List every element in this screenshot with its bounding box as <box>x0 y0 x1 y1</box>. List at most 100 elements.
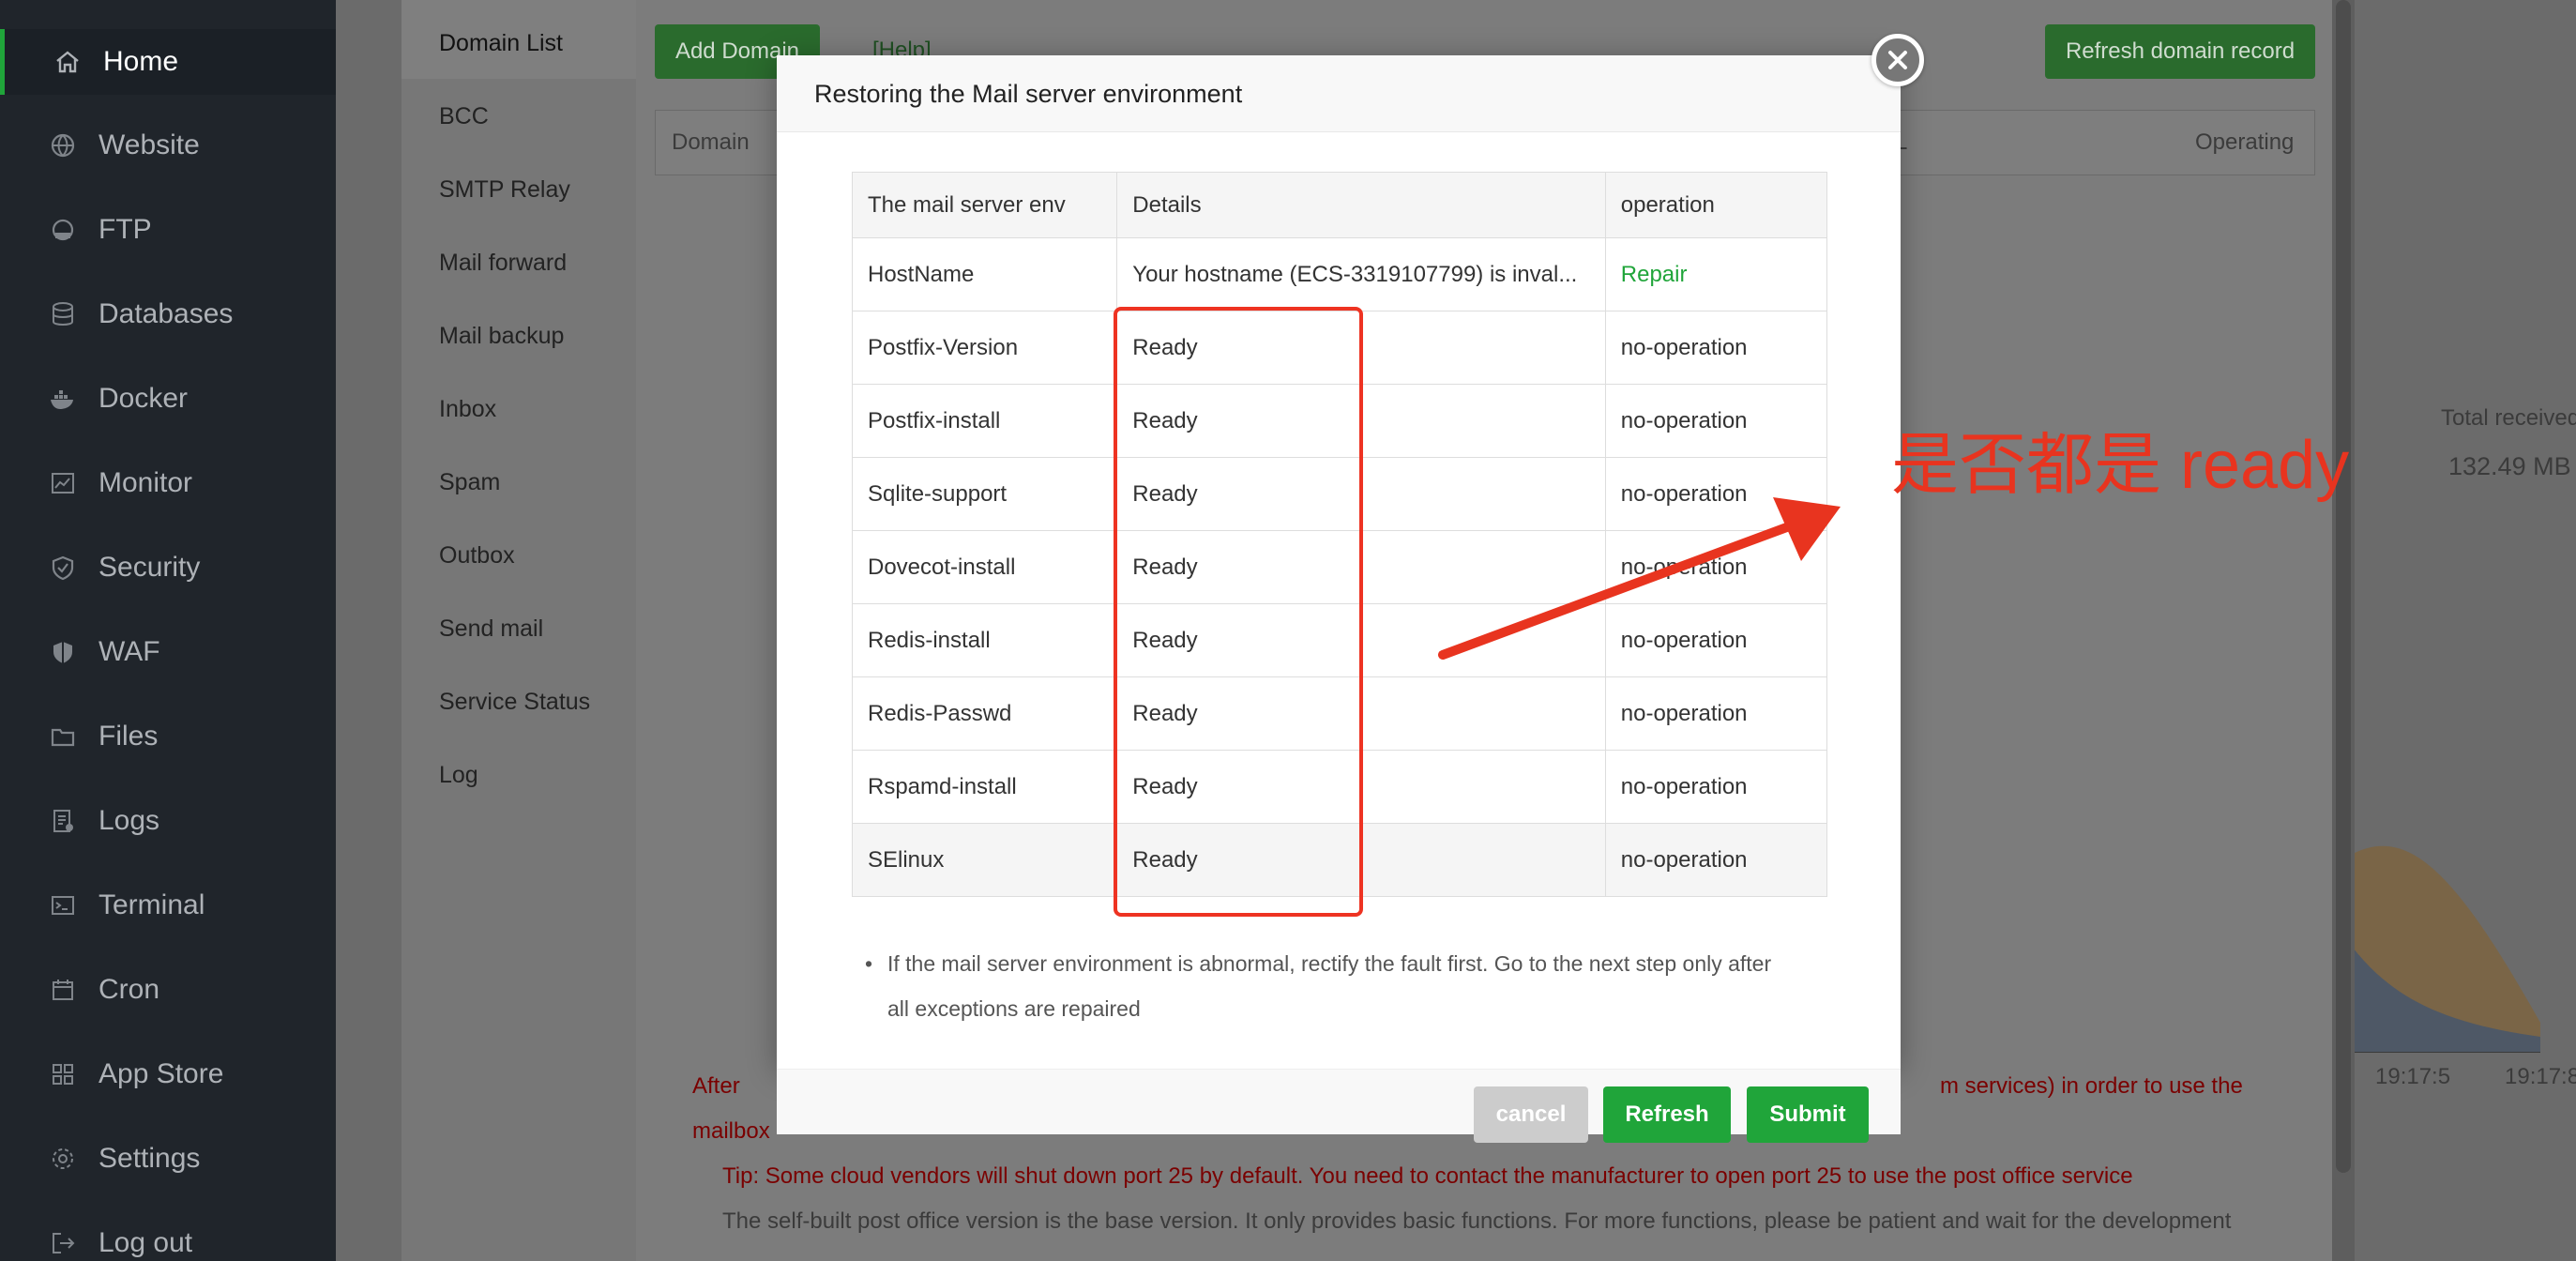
refresh-button[interactable]: Refresh <box>1603 1086 1731 1143</box>
close-icon <box>1888 51 1907 69</box>
sidebar-item-label: Log out <box>98 1227 193 1258</box>
menu-item-log[interactable]: Log <box>439 762 478 789</box>
sidebar-item-files[interactable]: Files <box>0 704 336 769</box>
env-name: Redis-Passwd <box>851 676 1118 751</box>
menu-item-inbox[interactable]: Inbox <box>439 396 496 423</box>
sidebar-item-terminal[interactable]: Terminal <box>0 873 336 938</box>
logs-icon <box>49 807 77 835</box>
sidebar-item-label: Docker <box>98 383 189 414</box>
annotation-text: 是否都是 ready <box>1891 428 2350 503</box>
notice-port25: Tip: Some cloud vendors will shut down p… <box>722 1163 2133 1189</box>
traffic-chart <box>2353 845 2540 1053</box>
database-icon <box>49 300 77 328</box>
sidebar-item-label: Files <box>98 721 159 752</box>
env-operation: no-operation <box>1604 311 1828 385</box>
gear-icon <box>49 1145 77 1173</box>
sidebar-item-databases[interactable]: Databases <box>0 281 336 347</box>
sidebar-item-label: Website <box>98 129 200 160</box>
env-name: Postfix-install <box>851 384 1118 458</box>
env-name: Sqlite-support <box>851 457 1118 531</box>
sidebar-item-label: App Store <box>98 1058 224 1089</box>
notice-line-1-cont: mailbox <box>692 1118 770 1144</box>
scrollbar-thumb[interactable] <box>2336 0 2351 1173</box>
globe-icon <box>49 131 77 160</box>
sidebar-item-waf[interactable]: WAF <box>0 619 336 685</box>
sidebar-item-website[interactable]: Website <box>0 113 336 178</box>
menu-item-smtp-relay[interactable]: SMTP Relay <box>439 176 570 204</box>
dialog-footer <box>777 1069 1901 1134</box>
sidebar-item-ftp[interactable]: FTP <box>0 197 336 263</box>
waf-shield-icon <box>49 638 77 666</box>
dialog-title: Restoring the Mail server environment <box>814 80 1243 108</box>
bullet-dot: • <box>865 951 873 976</box>
sidebar-item-label: Databases <box>98 298 234 329</box>
total-received-label: Total received <box>2441 405 2576 431</box>
apps-icon <box>49 1060 77 1088</box>
menu-item-domain-list[interactable]: Domain List <box>439 30 563 57</box>
sidebar-item-security[interactable]: Security <box>0 535 336 600</box>
total-received-value: 132.49 MB <box>2448 452 2571 480</box>
sidebar-item-cron[interactable]: Cron <box>0 957 336 1023</box>
env-name: HostName <box>851 237 1118 311</box>
environment-note: • If the mail server environment is abno… <box>865 941 1788 1031</box>
repair-link[interactable]: Repair <box>1604 237 1828 311</box>
submit-button[interactable]: Submit <box>1747 1086 1869 1143</box>
menu-item-service-status[interactable]: Service Status <box>439 689 590 716</box>
table-header-row: The mail server env Details operation <box>851 172 1828 238</box>
menu-item-outbox[interactable]: Outbox <box>439 542 515 570</box>
sidebar-item-label: Monitor <box>98 467 193 498</box>
cancel-button[interactable]: cancel <box>1474 1086 1588 1143</box>
notice-line-1-start: After <box>692 1073 740 1099</box>
sidebar-item-label: Logs <box>98 805 160 836</box>
env-operation: no-operation <box>1604 750 1828 824</box>
chart-tick-label: 19:17:5 <box>2375 1064 2451 1089</box>
menu-item-mail-forward[interactable]: Mail forward <box>439 250 567 277</box>
shield-icon <box>49 554 77 582</box>
column-header-env: The mail server env <box>851 172 1118 238</box>
menu-item-bcc[interactable]: BCC <box>439 103 489 130</box>
notice-line-1-end: m services) in order to use the <box>1940 1073 2243 1099</box>
sidebar-item-label: Home <box>103 46 179 77</box>
home-icon <box>53 48 82 76</box>
table-row: HostName Your hostname (ECS-3319107799) … <box>851 237 1828 311</box>
sidebar-item-label: FTP <box>98 214 152 245</box>
sidebar-item-monitor[interactable]: Monitor <box>0 450 336 516</box>
ftp-icon <box>49 216 77 244</box>
calendar-icon <box>49 976 77 1004</box>
app-sidebar: Home Website FTP Databases Docker Monito… <box>0 0 336 1261</box>
sidebar-item-label: WAF <box>98 636 160 667</box>
logout-icon <box>49 1229 77 1257</box>
menu-item-mail-backup[interactable]: Mail backup <box>439 323 564 350</box>
column-header-operation: operation <box>1604 172 1828 238</box>
sidebar-item-label: Cron <box>98 974 160 1005</box>
env-operation: no-operation <box>1604 384 1828 458</box>
repair-link-text[interactable]: Repair <box>1621 262 1688 287</box>
mail-plugin-menu: Domain List BCC SMTP Relay Mail forward … <box>402 0 636 1261</box>
terminal-icon <box>49 891 77 919</box>
sidebar-item-settings[interactable]: Settings <box>0 1126 336 1192</box>
sidebar-item-logout[interactable]: Log out <box>0 1210 336 1261</box>
env-name: Rspamd-install <box>851 750 1118 824</box>
sidebar-item-label: Security <box>98 552 201 583</box>
docker-icon <box>49 385 77 413</box>
folder-icon <box>49 722 77 751</box>
sidebar-item-docker[interactable]: Docker <box>0 366 336 432</box>
env-details: Your hostname (ECS-3319107799) is inval.… <box>1116 237 1606 311</box>
sidebar-item-app-store[interactable]: App Store <box>0 1041 336 1107</box>
domain-column-header: Domain <box>672 129 750 155</box>
menu-item-spam[interactable]: Spam <box>439 469 500 496</box>
close-button[interactable] <box>1871 34 1924 86</box>
env-operation: no-operation <box>1604 676 1828 751</box>
annotation-arrow-icon <box>1438 497 1841 660</box>
menu-item-send-mail[interactable]: Send mail <box>439 615 543 643</box>
note-text: If the mail server environment is abnorm… <box>887 951 1772 1021</box>
sidebar-item-logs[interactable]: Logs <box>0 788 336 854</box>
sidebar-item-label: Settings <box>98 1143 201 1174</box>
env-name: Dovecot-install <box>851 530 1118 604</box>
sidebar-item-home[interactable]: Home <box>0 29 336 95</box>
annotation-highlight-box <box>1114 307 1363 917</box>
page-scrollbar[interactable] <box>2332 0 2355 1261</box>
notice-base-version: The self-built post office version is th… <box>722 1208 2232 1234</box>
refresh-domain-record-button[interactable]: Refresh domain record <box>2045 24 2315 79</box>
column-header-details: Details <box>1116 172 1606 238</box>
